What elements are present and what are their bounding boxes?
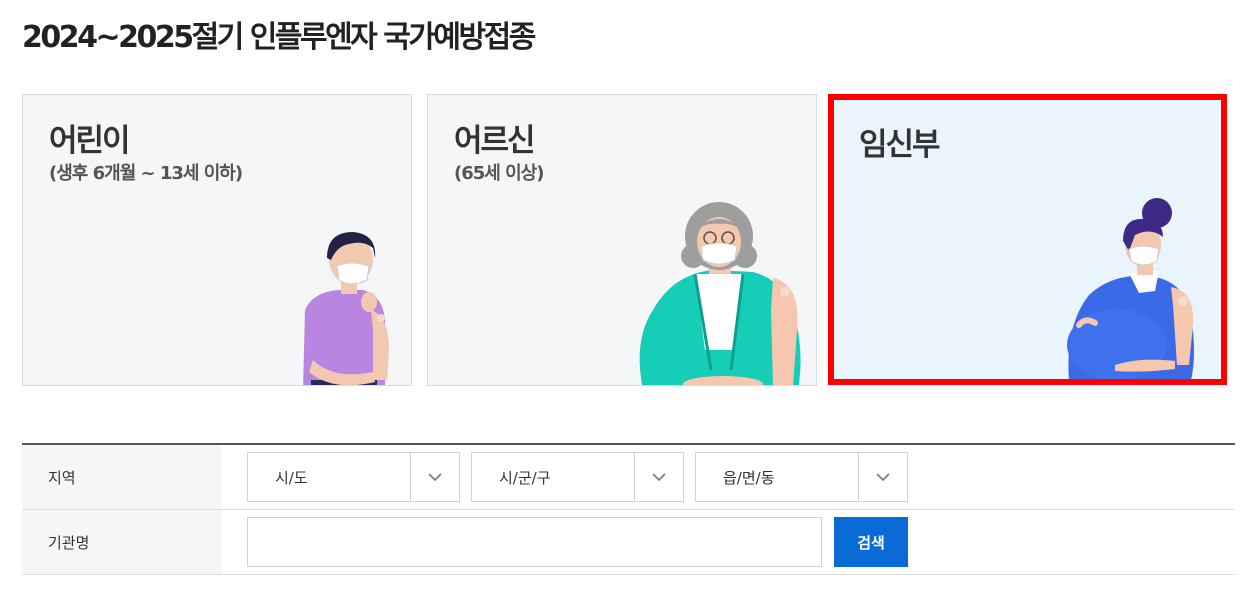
sigungu-select[interactable]: 시/군/구 (471, 452, 684, 502)
card-title: 어르신 (454, 123, 536, 159)
card-title: 임신부 (859, 127, 941, 163)
sido-select-value: 시/도 (275, 468, 308, 487)
search-form: 지역 시/도 시/군/구 읍/면/동 기관명 검색 (22, 443, 1235, 575)
region-row: 지역 시/도 시/군/구 읍/면/동 (22, 445, 1235, 510)
card-subtitle: (65세 이상) (454, 163, 544, 184)
card-title: 어린이 (49, 123, 131, 159)
child-vaccination-illustration (303, 232, 389, 385)
institution-row: 기관명 검색 (22, 510, 1235, 575)
institution-name-input[interactable] (247, 517, 822, 567)
sido-select[interactable]: 시/도 (247, 452, 460, 502)
card-subtitle: (생후 6개월 ~ 13세 이하) (49, 163, 243, 184)
page-title: 2024~2025절기 인플루엔자 국가예방접종 (22, 20, 536, 55)
card-elder[interactable]: 어르신 (65세 이상) (427, 94, 817, 386)
sigungu-select-value: 시/군/구 (499, 468, 551, 487)
chevron-down-icon[interactable] (634, 453, 683, 501)
search-button[interactable]: 검색 (834, 517, 908, 567)
chevron-down-icon[interactable] (410, 453, 459, 501)
elder-vaccination-illustration (639, 202, 801, 385)
chevron-down-icon[interactable] (858, 453, 907, 501)
eupmyeondong-select-value: 읍/면/동 (723, 468, 775, 487)
region-selects: 시/도 시/군/구 읍/면/동 (222, 445, 1235, 509)
eupmyeondong-select[interactable]: 읍/면/동 (695, 452, 908, 502)
region-label: 지역 (22, 445, 222, 509)
card-pregnant[interactable]: 임신부 (828, 94, 1227, 385)
pregnant-vaccination-illustration (1067, 198, 1194, 379)
institution-body: 검색 (222, 510, 1235, 574)
card-child[interactable]: 어린이 (생후 6개월 ~ 13세 이하) (22, 94, 412, 386)
institution-label: 기관명 (22, 510, 222, 574)
